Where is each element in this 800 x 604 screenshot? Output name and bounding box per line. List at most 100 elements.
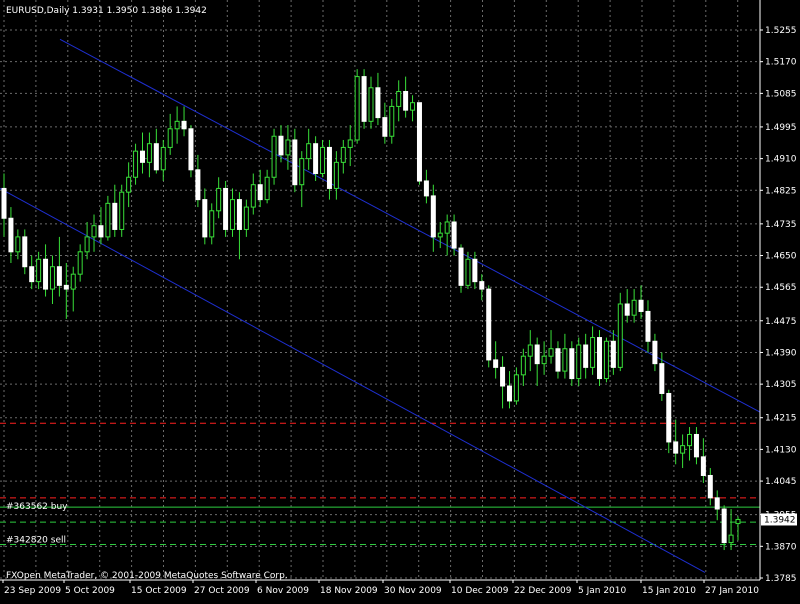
candle-body-down — [479, 281, 485, 290]
candle-body-up — [340, 146, 346, 163]
candle — [354, 69, 360, 144]
y-tick-label: 1.5170 — [765, 58, 797, 68]
y-tick-label: 1.4565 — [765, 283, 797, 293]
candle-body-up — [285, 139, 291, 156]
candle-body-up — [368, 87, 374, 122]
candle — [119, 184, 125, 237]
x-tick-label: 6 Nov 2009 — [257, 586, 309, 596]
candle-body-down — [195, 169, 201, 201]
order-label: #363562 buy — [6, 502, 68, 512]
candle-body-up — [84, 236, 90, 253]
y-tick-label: 1.4910 — [765, 155, 797, 165]
candle-body-up — [230, 199, 236, 230]
y-tick-label: 1.4130 — [765, 445, 797, 455]
candle-body-down — [451, 221, 457, 249]
y-tick-label: 1.4735 — [765, 220, 797, 230]
x-tick-label: 5 Oct 2009 — [65, 586, 115, 596]
candle-body-up — [437, 232, 443, 238]
candle-body-up — [680, 445, 686, 454]
candle-body-down — [597, 337, 603, 380]
candle — [416, 102, 422, 185]
candle-body-up — [389, 105, 395, 137]
current-price-label: 1.3942 — [764, 515, 796, 525]
y-tick-label: 1.3870 — [765, 542, 797, 552]
x-tick-label: 10 Dec 2009 — [451, 586, 509, 596]
candle-body-down — [423, 180, 429, 197]
candle-body-down — [382, 117, 388, 137]
candle — [486, 285, 492, 368]
candle-body-up — [250, 184, 256, 208]
candle-body-up — [520, 355, 526, 376]
candle-body-down — [500, 366, 506, 387]
candle-body-down — [430, 195, 436, 238]
candle-body-up — [687, 433, 693, 447]
x-tick-label: 27 Oct 2009 — [194, 586, 250, 596]
order-label: #342820 sell — [6, 535, 66, 545]
x-tick-label: 22 Dec 2009 — [514, 586, 572, 596]
x-tick-label: 30 Nov 2009 — [384, 586, 442, 596]
y-tick-label: 1.5255 — [765, 26, 797, 36]
candle-body-up — [548, 348, 554, 357]
candle-body-up — [631, 299, 637, 316]
candle — [458, 244, 464, 293]
candle-body-down — [188, 128, 194, 171]
candle-body-up — [36, 258, 42, 283]
candle-body-down — [610, 340, 616, 368]
candle-body-up — [15, 236, 21, 253]
y-tick-label: 1.4650 — [765, 252, 797, 262]
candle — [188, 125, 194, 178]
candle-body-down — [278, 135, 284, 156]
candle-body-up — [91, 225, 97, 238]
candle — [361, 69, 367, 129]
x-tick-label: 5 Jan 2010 — [578, 586, 626, 596]
candle-body-up — [465, 258, 471, 286]
candle-body-down — [63, 284, 69, 290]
candle-body-up — [216, 187, 222, 212]
x-tick-label: 15 Jan 2010 — [642, 586, 696, 596]
y-tick-label: 1.4390 — [765, 348, 797, 358]
candle-body-down — [486, 288, 492, 361]
candle-body-down — [375, 87, 381, 119]
x-tick-label: 18 Nov 2009 — [320, 586, 378, 596]
candle-body-up — [174, 120, 180, 130]
candle-body-up — [617, 303, 623, 368]
y-tick-label: 1.4825 — [765, 186, 797, 196]
candle-body-down — [361, 76, 367, 122]
candle-body-up — [146, 143, 152, 163]
candle-body-up — [105, 202, 111, 238]
y-tick-label: 1.4045 — [765, 477, 797, 487]
y-tick-label: 1.5085 — [765, 89, 797, 99]
candle-body-up — [527, 344, 533, 357]
candle-body-up — [320, 146, 326, 175]
chart: 1.5255 1.5170 1.5085 1.4995 1.4910 1.4825 1.47… — [0, 0, 800, 600]
candle-body-down — [693, 433, 699, 458]
candle-body-down — [666, 392, 672, 443]
candle-body-down — [721, 508, 727, 544]
candle-body-down — [472, 258, 478, 283]
candle-body-up — [728, 534, 734, 544]
candle-body-down — [112, 202, 118, 230]
candle-body-up — [126, 176, 132, 193]
candle-body-up — [271, 135, 277, 178]
candle-body-down — [673, 441, 679, 454]
candle-body-up — [167, 128, 173, 148]
candle-body-down — [202, 199, 208, 238]
candle — [617, 292, 623, 372]
candle — [223, 180, 229, 237]
candle-body-down — [181, 120, 187, 130]
candle-body-down — [257, 184, 263, 201]
candle-body-up — [160, 146, 166, 171]
candle-body-down — [458, 247, 464, 286]
candle-body-up — [333, 161, 339, 189]
chart-background — [0, 0, 800, 600]
x-tick-label: 15 Oct 2009 — [131, 586, 187, 596]
candle-body-up — [603, 340, 609, 380]
candle-body-up — [541, 355, 547, 365]
candle-body-up — [396, 91, 402, 107]
candle-body-down — [403, 91, 409, 111]
candle-body-down — [506, 385, 512, 402]
candle-body-up — [347, 139, 353, 148]
candle-body-down — [493, 359, 499, 368]
candle-body-down — [153, 143, 159, 171]
candle-body-down — [714, 497, 720, 510]
